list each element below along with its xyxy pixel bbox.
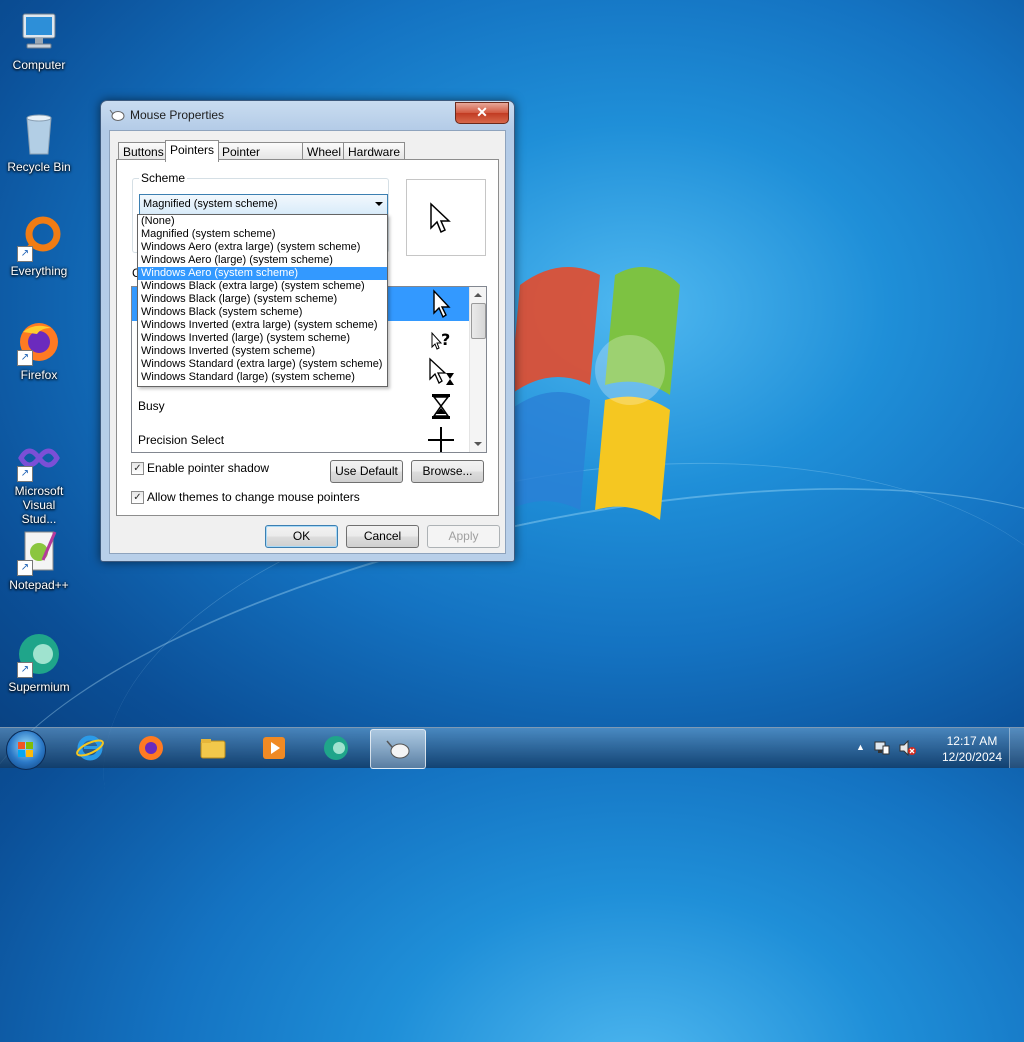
chevron-down-icon [375,202,383,206]
firefox-icon [139,736,163,760]
computer-icon [15,8,63,56]
desktop-icon-recycle-bin[interactable]: Recycle Bin [4,110,74,174]
system-tray: ▲ 12:17 AM 12/20/2024 [854,728,1024,768]
desktop-icon-label: Computer [12,58,66,72]
clock-time: 12:17 AM [946,734,998,748]
scroll-up-icon[interactable] [474,293,482,297]
crosshair-cursor-icon [428,427,454,452]
desktop-icon-firefox[interactable]: ↗ Firefox [4,318,74,382]
cursor-row[interactable]: Precision Select [132,423,469,452]
desktop-icon-label: Recycle Bin [7,160,71,174]
desktop-icon-label: Microsoft Visual Stud... [14,484,64,526]
show-desktop-button[interactable] [1009,728,1024,768]
scheme-option[interactable]: Windows Black (extra large) (system sche… [138,280,387,293]
taskbar-file-explorer[interactable] [186,729,240,767]
scheme-option[interactable]: Windows Inverted (large) (system scheme) [138,332,387,345]
scroll-down-icon[interactable] [474,442,482,446]
media-player-icon [263,737,285,759]
desktop-icon-label: Firefox [20,368,58,382]
desktop-icon-label: Supermium [8,680,70,694]
desktop-icon-label: Notepad++ [9,578,69,592]
desktop-icon-computer[interactable]: Computer [4,8,74,72]
shortcut-arrow-icon: ↗ [17,246,33,262]
supermium-icon [324,736,348,760]
show-hidden-icons-icon[interactable]: ▲ [856,742,865,752]
apply-button[interactable]: Apply [427,525,500,548]
hourglass-cursor-icon [432,394,450,419]
scrollbar-thumb[interactable] [471,303,486,339]
cursor-list-scrollbar[interactable] [469,287,486,452]
file-explorer-icon [200,739,226,759]
taskbar-mouse-properties[interactable] [370,729,426,769]
scheme-option[interactable]: Windows Standard (large) (system scheme) [138,371,387,384]
working-in-background-cursor-icon [429,357,454,385]
shortcut-arrow-icon: ↗ [17,350,33,366]
scheme-option[interactable]: Windows Aero (large) (system scheme) [138,254,387,267]
clock-date: 12/20/2024 [941,750,1002,764]
visual-studio-icon: ↗ [15,434,63,482]
cursor-row[interactable]: Busy [132,389,469,423]
desktop-icon-everything[interactable]: ↗ Everything [4,214,74,278]
shortcut-arrow-icon: ↗ [17,662,33,678]
dialog-title: Mouse Properties [130,108,225,122]
taskbar-firefox[interactable] [124,729,178,767]
start-button[interactable] [6,730,46,770]
allow-themes-label: Allow themes to change mouse pointers [147,490,360,504]
notepadpp-icon: ↗ [15,528,63,576]
dialog-titlebar[interactable]: Mouse Properties ✕ [101,101,514,129]
scheme-option-highlighted[interactable]: Windows Aero (system scheme) [138,267,387,280]
use-default-button[interactable]: Use Default [330,460,403,483]
browse-button[interactable]: Browse... [411,460,484,483]
taskbar: ▲ 12:17 AM 12/20/2024 [0,727,1024,770]
checkbox-checked-icon: ✓ [131,491,144,504]
taskbar-supermium[interactable] [309,729,363,767]
cursor-row-name: Busy [138,399,165,413]
mouse-icon [109,109,125,121]
arrow-cursor-icon [430,202,451,234]
close-button[interactable]: ✕ [455,102,509,124]
cancel-button[interactable]: Cancel [346,525,419,548]
scheme-option[interactable]: Windows Inverted (system scheme) [138,345,387,358]
scheme-option[interactable]: Magnified (system scheme) [138,228,387,241]
clock[interactable]: 12:17 AM 12/20/2024 [942,733,1002,765]
checkbox-checked-icon: ✓ [131,462,144,475]
scheme-combobox[interactable]: Magnified (system scheme) [139,194,388,215]
scheme-option[interactable]: (None) [138,215,387,228]
desktop-icon-notepadpp[interactable]: ↗ Notepad++ [4,528,74,592]
taskbar-media-player[interactable] [247,729,301,767]
help-select-cursor-icon: ? [431,330,450,350]
internet-explorer-icon [76,735,104,761]
scheme-label: Scheme [139,171,188,185]
shortcut-arrow-icon: ↗ [17,466,33,482]
svg-text:?: ? [441,330,450,349]
scheme-option[interactable]: Windows Aero (extra large) (system schem… [138,241,387,254]
windows-logo-icon [18,742,33,757]
tab-pointers[interactable]: Pointers [165,140,219,162]
cursor-preview [406,179,486,256]
scheme-option[interactable]: Windows Black (large) (system scheme) [138,293,387,306]
cursor-row-name: Precision Select [138,433,225,447]
volume-muted-icon[interactable] [898,740,916,756]
scheme-option[interactable]: Windows Standard (extra large) (system s… [138,358,387,371]
everything-icon: ↗ [15,214,63,262]
taskbar-internet-explorer[interactable] [63,729,117,767]
scheme-option[interactable]: Windows Black (system scheme) [138,306,387,319]
arrow-cursor-icon [433,289,451,319]
shortcut-arrow-icon: ↗ [17,560,33,576]
enable-pointer-shadow-label: Enable pointer shadow [147,461,270,475]
mouse-properties-icon [386,740,410,759]
desktop-icon-label: Everything [10,264,68,278]
recycle-bin-icon [15,110,63,158]
network-icon[interactable] [874,740,890,756]
ok-button[interactable]: OK [265,525,338,548]
desktop-icon-visual-studio[interactable]: ↗ Microsoft Visual Stud... [4,434,74,526]
scheme-selected-value: Magnified (system scheme) [143,198,278,210]
firefox-icon: ↗ [15,318,63,366]
desktop-icon-supermium[interactable]: ↗ Supermium [4,630,74,694]
scheme-option[interactable]: Windows Inverted (extra large) (system s… [138,319,387,332]
scheme-dropdown-list[interactable]: (None) Magnified (system scheme) Windows… [137,214,388,387]
supermium-icon: ↗ [15,630,63,678]
